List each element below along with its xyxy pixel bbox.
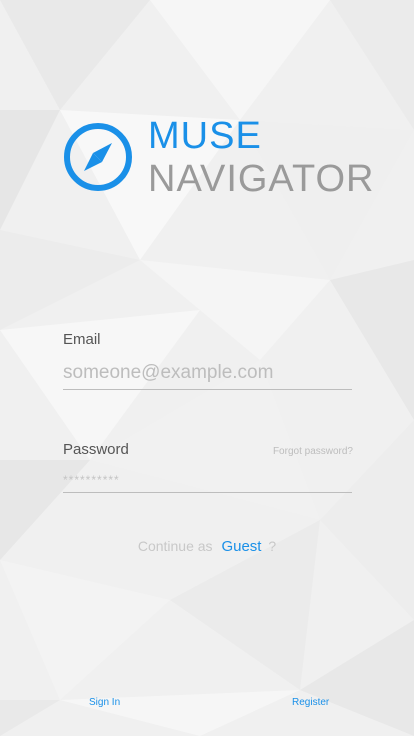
app-title-line2: NAVIGATOR [148, 158, 375, 200]
compass-icon [64, 123, 132, 191]
guest-link[interactable]: Guest [221, 538, 261, 555]
app-title-line1: MUSE [148, 115, 262, 157]
sign-in-button[interactable]: Sign In [89, 697, 120, 708]
guest-suffix: ? [268, 538, 277, 554]
forgot-password-link[interactable]: Forgot password? [273, 446, 353, 457]
register-button[interactable]: Register [292, 697, 329, 708]
guest-row: Continue as Guest ? [0, 538, 414, 555]
password-field[interactable] [63, 467, 352, 493]
password-label: Password [63, 441, 129, 458]
guest-prefix: Continue as [137, 538, 213, 554]
email-field[interactable] [63, 357, 352, 390]
email-label: Email [63, 331, 101, 348]
